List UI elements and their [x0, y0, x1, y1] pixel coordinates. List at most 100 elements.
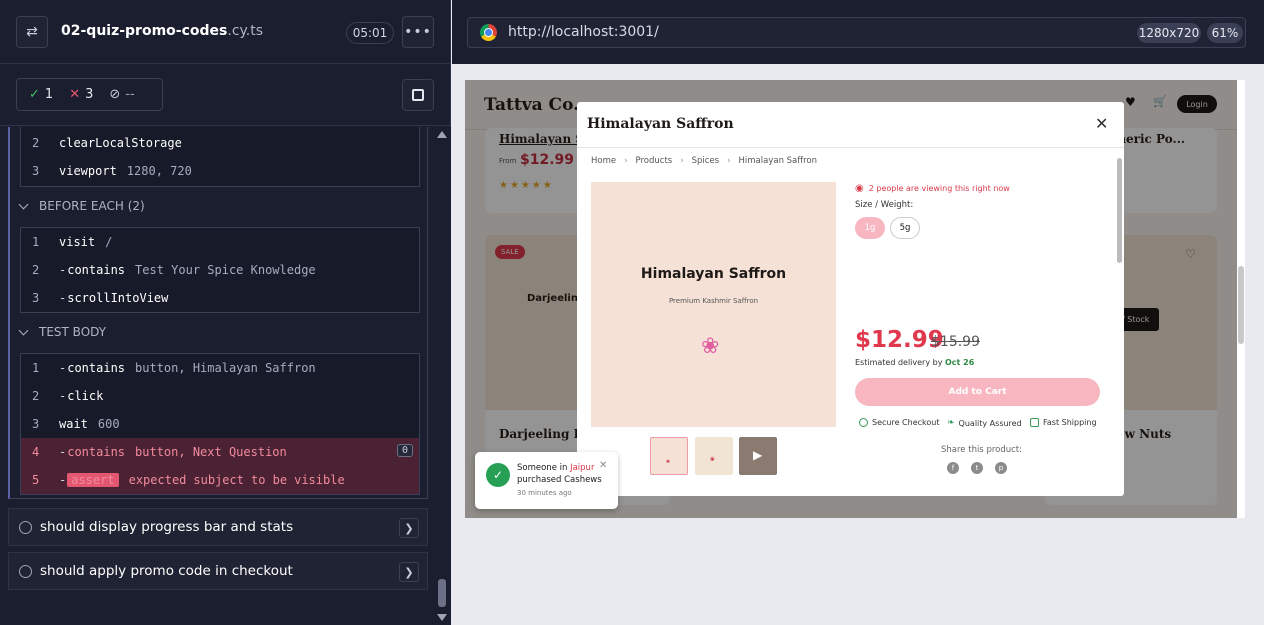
- thumbnail-1[interactable]: ❀: [650, 437, 688, 475]
- add-to-cart-button[interactable]: Add to Cart: [855, 378, 1100, 406]
- flower-icon: ❀: [666, 459, 671, 465]
- scrollbar-thumb[interactable]: [1117, 158, 1122, 263]
- child-command-dash: -: [59, 361, 67, 375]
- command-number: 2: [32, 263, 40, 277]
- modal-divider: [577, 147, 1124, 148]
- child-command-dash: -: [59, 445, 67, 459]
- command-row[interactable]: 2 - click: [21, 382, 419, 410]
- size-option-1g[interactable]: 1g: [855, 217, 885, 239]
- sidebar-toggle-icon: ⇄: [26, 24, 38, 40]
- child-command-dash: -: [59, 263, 67, 277]
- purchase-toast[interactable]: ✓ Someone in Jaipur purchased Cashews 30…: [475, 452, 618, 509]
- chevron-right-icon[interactable]: ❯: [399, 518, 419, 538]
- command-row[interactable]: 3 - scrollIntoView: [21, 284, 419, 312]
- command-arg: Test Your Spice Knowledge: [135, 263, 316, 277]
- command-row[interactable]: 3 wait 600: [21, 410, 419, 438]
- command-row[interactable]: 2 - contains Test Your Spice Knowledge: [21, 256, 419, 284]
- pinterest-icon[interactable]: p: [995, 462, 1007, 474]
- command-arg: /: [105, 235, 113, 249]
- breadcrumb-spices[interactable]: Spices: [692, 156, 719, 166]
- command-name: contains: [67, 445, 126, 459]
- zoom-badge[interactable]: 61%: [1207, 23, 1243, 43]
- chevron-right-icon: ›: [727, 156, 731, 166]
- close-icon[interactable]: ✕: [1095, 114, 1108, 133]
- command-number: 2: [32, 389, 40, 403]
- url-bar[interactable]: http://localhost:3001/ 1280x720 61%: [467, 17, 1246, 48]
- active-test: 2 clearLocalStorage 3 viewport 1280, 720…: [8, 127, 428, 499]
- stop-button[interactable]: [402, 79, 434, 111]
- eye-icon: ◉: [855, 183, 864, 194]
- failed-command-row[interactable]: 5 - assert expected subject to be visibl…: [21, 466, 419, 494]
- url-text[interactable]: http://localhost:3001/: [508, 24, 659, 40]
- pending-circle-icon: [19, 520, 32, 534]
- more-options-button[interactable]: •••: [402, 16, 434, 48]
- facebook-icon[interactable]: f: [947, 462, 959, 474]
- command-row[interactable]: 1 visit /: [21, 228, 419, 256]
- scrollbar-thumb[interactable]: [438, 579, 446, 607]
- viewing-text: 2 people are viewing this right now: [868, 184, 1010, 193]
- toast-time: 30 minutes ago: [517, 489, 572, 497]
- specs-list-button[interactable]: ⇄: [16, 16, 48, 48]
- command-name: clearLocalStorage: [59, 136, 182, 150]
- breadcrumb-home[interactable]: Home: [591, 156, 616, 166]
- failed-command-row[interactable]: 4 - contains button, Next Question 0: [21, 438, 419, 466]
- product-main-image[interactable]: Himalayan Saffron Premium Kashmir Saffro…: [591, 182, 836, 427]
- toast-prefix: Someone in: [517, 463, 568, 473]
- badge-label: Fast Shipping: [1043, 418, 1097, 427]
- failed-count: 3: [85, 87, 94, 102]
- chevron-right-icon[interactable]: ❯: [399, 562, 419, 582]
- flower-icon: ❀: [701, 334, 720, 359]
- badge-label: Secure Checkout: [872, 418, 940, 427]
- command-log: 2 clearLocalStorage 3 viewport 1280, 720…: [0, 127, 430, 625]
- shield-icon: [859, 418, 868, 427]
- size-option-5g[interactable]: 5g: [890, 217, 920, 239]
- command-arg: 1280, 720: [126, 164, 192, 178]
- cross-icon: ✕: [69, 87, 81, 102]
- failed-stat: ✕ 3: [69, 87, 93, 102]
- spec-base-name: 02-quiz-promo-codes: [61, 23, 228, 39]
- before-each-header[interactable]: BEFORE EACH (2): [18, 196, 145, 216]
- twitter-icon[interactable]: t: [971, 462, 983, 474]
- command-arg: button, Next Question: [135, 445, 287, 459]
- test-body-header[interactable]: TEST BODY: [18, 322, 106, 342]
- scrollbar-thumb[interactable]: [1238, 266, 1244, 344]
- stop-icon: [412, 89, 424, 101]
- command-number: 4: [32, 445, 40, 459]
- command-row[interactable]: 2 clearLocalStorage: [21, 129, 419, 157]
- command-number: 5: [32, 473, 40, 487]
- before-each-label: BEFORE EACH (2): [39, 199, 145, 213]
- toast-line-1: Someone in Jaipur: [517, 463, 594, 473]
- assert-word: expected: [128, 473, 187, 487]
- child-command-dash: -: [59, 473, 67, 487]
- play-icon: ▶: [753, 448, 763, 462]
- pending-test-row[interactable]: should apply promo code in checkout ❯: [8, 552, 428, 590]
- breadcrumb-products[interactable]: Products: [636, 156, 673, 166]
- viewport-scrollbar[interactable]: [1237, 80, 1245, 518]
- check-icon: ✓: [29, 87, 40, 102]
- before-each-commands: 1 visit / 2 - contains Test Your Spice K…: [20, 227, 420, 313]
- command-name: contains: [67, 263, 126, 277]
- command-row[interactable]: 3 viewport 1280, 720: [21, 157, 419, 185]
- chrome-icon: [480, 24, 497, 41]
- command-row[interactable]: 1 - contains button, Himalayan Saffron: [21, 354, 419, 382]
- chevron-right-icon: ›: [624, 156, 628, 166]
- modal-scrollbar[interactable]: [1116, 152, 1123, 492]
- assert-tag: assert: [67, 473, 119, 487]
- pending-test-row[interactable]: should display progress bar and stats ❯: [8, 508, 428, 546]
- element-count-badge: 0: [396, 444, 413, 457]
- thumbnail-2[interactable]: ❀: [695, 437, 733, 475]
- size-label: Size / Weight:: [855, 200, 914, 210]
- reporter-scrollbar[interactable]: [433, 127, 451, 625]
- spec-name: 02-quiz-promo-codes.cy.ts: [61, 23, 263, 39]
- viewport-size-badge[interactable]: 1280x720: [1137, 23, 1201, 43]
- scroll-down-icon[interactable]: [437, 614, 447, 621]
- assert-word: subject: [193, 473, 244, 487]
- scroll-up-icon[interactable]: [437, 131, 447, 138]
- video-thumbnail[interactable]: ▶: [739, 437, 777, 475]
- command-number: 3: [32, 291, 40, 305]
- image-subtitle: Premium Kashmir Saffron: [668, 297, 759, 305]
- command-name: visit: [59, 235, 96, 249]
- close-icon[interactable]: ✕: [599, 460, 607, 471]
- spec-extension: .cy.ts: [227, 23, 264, 39]
- breadcrumb: Home › Products › Spices › Himalayan Saf…: [591, 156, 817, 166]
